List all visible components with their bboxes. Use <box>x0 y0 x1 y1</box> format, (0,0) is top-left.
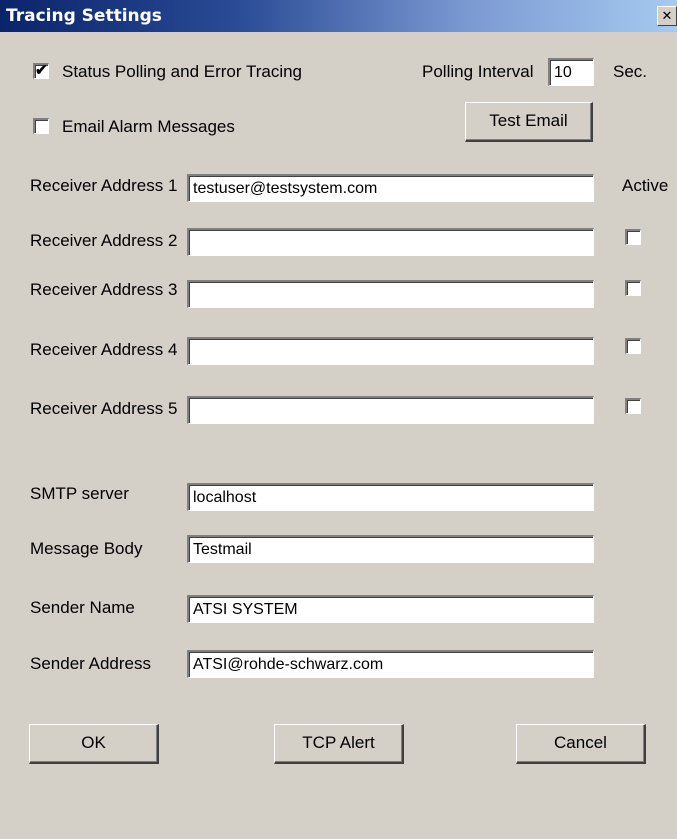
sender-address-input[interactable]: ATSI@rohde-schwarz.com <box>187 650 594 678</box>
message-body-label: Message Body <box>30 539 143 558</box>
title-bar[interactable]: Tracing Settings ✕ <box>0 0 677 32</box>
sender-name-label: Sender Name <box>30 598 135 617</box>
receiver-address-3-label: Receiver Address 3 <box>30 280 178 299</box>
receiver-address-5-label: Receiver Address 5 <box>30 399 178 418</box>
receiver-address-2-active-checkbox[interactable] <box>625 229 641 245</box>
ok-button[interactable]: OK <box>29 724 159 764</box>
cancel-button[interactable]: Cancel <box>516 724 646 764</box>
receiver-address-2-input[interactable] <box>187 228 594 256</box>
receiver-address-3-active-checkbox[interactable] <box>625 280 641 296</box>
email-alarm-checkbox[interactable] <box>33 118 49 134</box>
status-polling-label: Status Polling and Error Tracing <box>62 62 303 81</box>
window-title: Tracing Settings <box>6 6 162 26</box>
polling-interval-input[interactable]: 10 <box>548 58 594 86</box>
tcp-alert-button[interactable]: TCP Alert <box>274 724 404 764</box>
receiver-address-1-label: Receiver Address 1 <box>30 176 178 195</box>
receiver-address-4-active-checkbox[interactable] <box>625 338 641 354</box>
test-email-button[interactable]: Test Email <box>465 102 593 142</box>
receiver-address-5-input[interactable] <box>187 396 594 424</box>
email-alarm-label: Email Alarm Messages <box>62 117 235 136</box>
tracing-settings-dialog: Tracing Settings ✕ ✔ Status Polling and … <box>0 0 677 839</box>
message-body-input[interactable]: Testmail <box>187 535 594 563</box>
receiver-address-4-label: Receiver Address 4 <box>30 340 178 359</box>
receiver-address-5-active-checkbox[interactable] <box>625 398 641 414</box>
checkmark-icon: ✔ <box>35 62 48 79</box>
smtp-server-input[interactable]: localhost <box>187 483 594 511</box>
receiver-address-4-input[interactable] <box>187 337 594 365</box>
active-column-label: Active <box>622 176 669 195</box>
receiver-address-1-input[interactable]: testuser@testsystem.com <box>187 174 594 202</box>
smtp-server-label: SMTP server <box>30 484 129 503</box>
sender-address-label: Sender Address <box>30 654 151 673</box>
close-icon[interactable]: ✕ <box>657 6 677 26</box>
polling-interval-label: Polling Interval <box>422 62 534 81</box>
status-polling-checkbox[interactable]: ✔ <box>33 62 49 79</box>
polling-interval-unit: Sec. <box>613 62 648 81</box>
receiver-address-3-input[interactable] <box>187 280 594 308</box>
sender-name-input[interactable]: ATSI SYSTEM <box>187 595 594 623</box>
receiver-address-2-label: Receiver Address 2 <box>30 231 178 250</box>
